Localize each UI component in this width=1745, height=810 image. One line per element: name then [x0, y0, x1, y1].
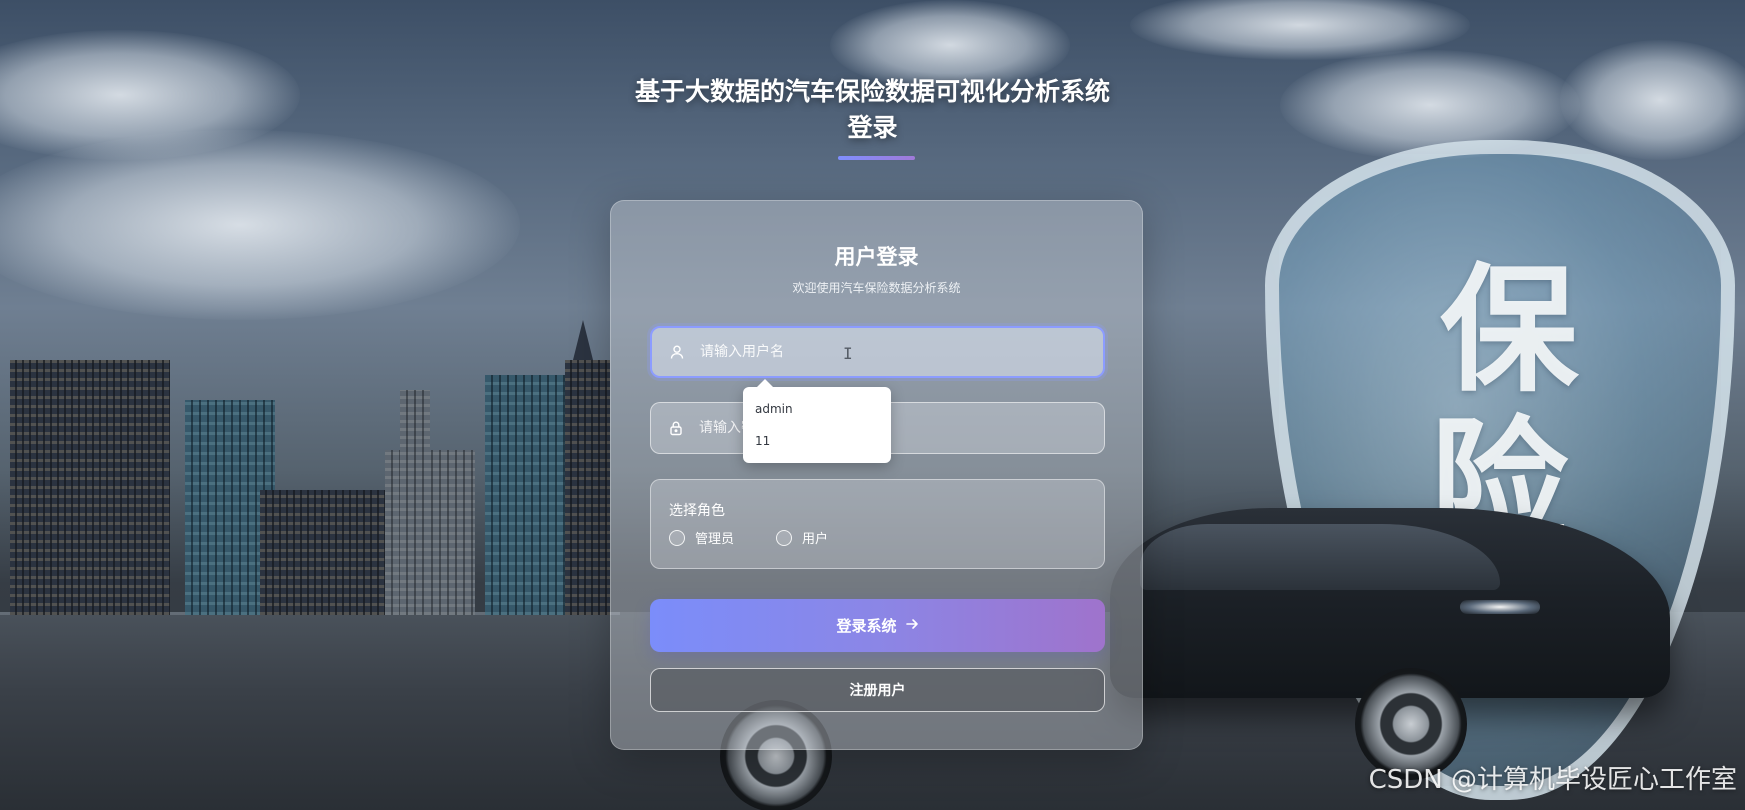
page-title-main: 基于大数据的汽车保险数据可视化分析系统 [634, 77, 1110, 106]
role-selector: 选择角色 管理员 用户 [650, 479, 1105, 569]
login-card-title: 用户登录 [834, 245, 919, 269]
background-building [385, 450, 475, 615]
login-button-label: 登录系统 [836, 617, 897, 635]
username-field[interactable]: I [650, 326, 1105, 378]
radio-icon[interactable] [669, 529, 685, 546]
watermark: CSDN @计算机毕设匠心工作室 [1368, 765, 1737, 795]
shield-character: 保 [1440, 250, 1579, 411]
login-card: 用户登录 欢迎使用汽车保险数据分析系统 I 选 [610, 200, 1143, 750]
arrow-right-icon [905, 617, 919, 635]
background-building [260, 490, 385, 615]
background-building [10, 360, 170, 615]
page-title: 基于大数据的汽车保险数据可视化分析系统 登录 [0, 74, 1745, 146]
register-button[interactable]: 注册用户 [650, 668, 1105, 712]
login-page: 保 险 基于大数据的汽车保险数据可视化分析系统 登录 用户登录 欢迎使用汽车保险… [0, 0, 1745, 810]
role-option-user[interactable]: 用户 [776, 528, 828, 547]
autocomplete-item[interactable]: admin [743, 393, 891, 425]
autocomplete-item[interactable]: 11 [743, 425, 891, 457]
register-button-label: 注册用户 [849, 683, 906, 699]
role-options: 管理员 用户 [669, 528, 870, 547]
background-building [485, 375, 570, 615]
radio-icon[interactable] [776, 529, 793, 546]
title-underline [838, 156, 915, 160]
role-option-admin[interactable]: 管理员 [669, 528, 734, 547]
background-building [565, 360, 610, 615]
page-title-sub: 登录 [847, 113, 898, 142]
login-button[interactable]: 登录系统 [650, 599, 1105, 652]
role-option-label: 管理员 [695, 532, 735, 547]
login-card-subtitle: 欢迎使用汽车保险数据分析系统 [792, 281, 961, 295]
background-car-window [1140, 524, 1500, 590]
background-cloud [1130, 0, 1470, 60]
username-autocomplete: admin 11 [743, 379, 891, 463]
background-building [400, 390, 430, 615]
background-car-headlight [1460, 600, 1540, 614]
role-option-label: 用户 [802, 532, 829, 547]
lock-icon [667, 419, 685, 437]
username-input[interactable] [698, 327, 1103, 377]
background-spire [573, 320, 593, 360]
user-icon [668, 343, 686, 361]
text-cursor-icon: I [843, 344, 853, 363]
role-label: 选择角色 [669, 503, 725, 519]
